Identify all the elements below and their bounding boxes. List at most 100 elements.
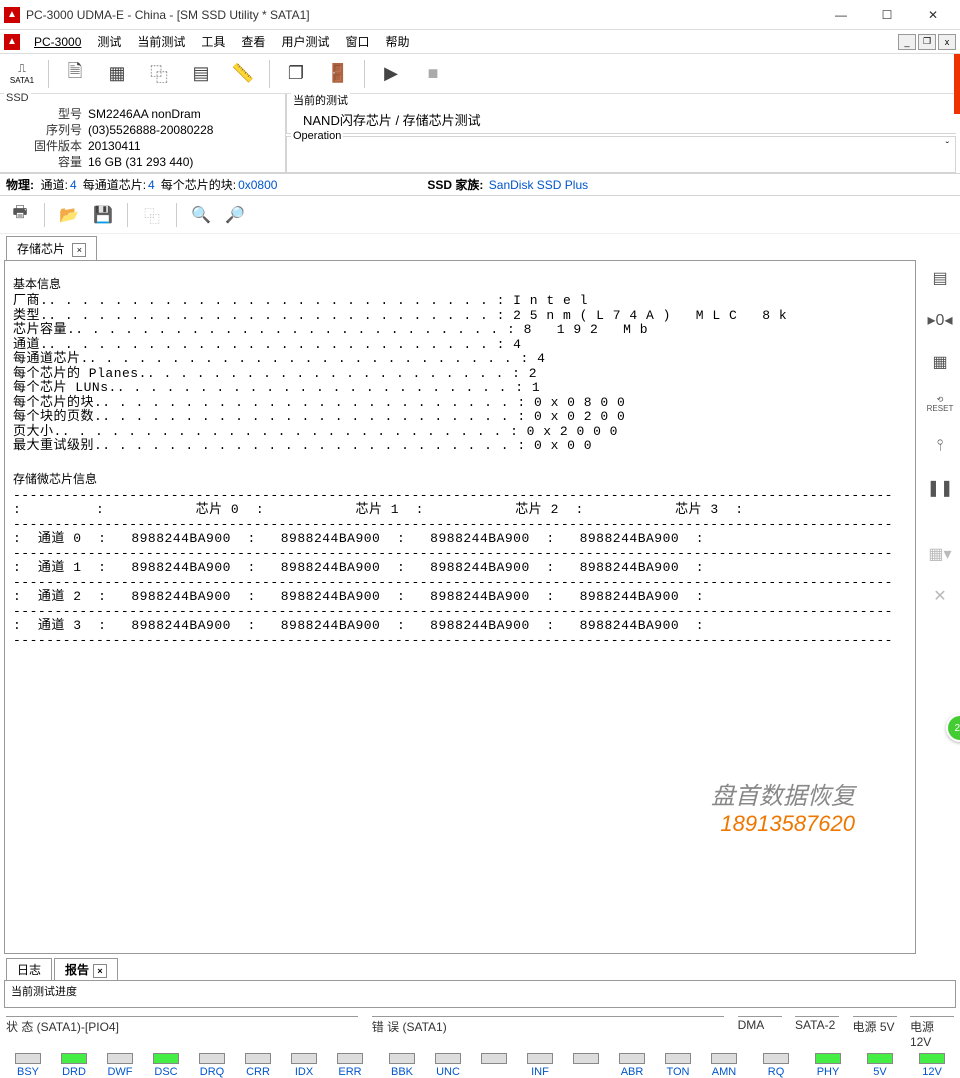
status-led: RQ (754, 1053, 798, 1078)
side-chip2-icon[interactable]: ▦▾ (926, 540, 954, 568)
menu-help[interactable]: 帮助 (377, 31, 417, 52)
app-icon: ▲ (4, 7, 20, 23)
status-led (564, 1053, 608, 1078)
menu-current-test[interactable]: 当前测试 (129, 31, 193, 52)
folder-open-icon[interactable]: 📂 (55, 201, 83, 229)
status-led: 5V (858, 1053, 902, 1078)
status-led: TON (656, 1053, 700, 1078)
side-pause-icon[interactable]: ❚❚ (926, 474, 954, 502)
side-tune-icon[interactable]: ⫯ (926, 432, 954, 460)
status-led: DRQ (190, 1053, 234, 1078)
tb-play-icon[interactable]: ▶ (373, 58, 409, 90)
status-led: PHY (806, 1053, 850, 1078)
menu-window[interactable]: 窗口 (337, 31, 377, 52)
ssd-model: SM2246AA nonDram (88, 106, 201, 122)
copy-icon[interactable]: ⿻ (138, 201, 166, 229)
content-tabs: 存储芯片 × (0, 234, 960, 260)
ssd-capacity: 16 GB (31 293 440) (88, 154, 193, 170)
current-test-name: NAND闪存芯片 / 存储芯片测试 (295, 96, 948, 129)
main-toolbar: ⎍SATA1 🗎 ▦ ⿻ ▤ 📏 ❐ 🚪 ▶ ■ (0, 54, 960, 94)
maximize-button[interactable]: ☐ (864, 0, 910, 30)
tb-stack-icon[interactable]: ❐ (278, 58, 314, 90)
ssd-info-panel: SSD 型号SM2246AA nonDram 序列号(03)5526888-20… (0, 94, 286, 173)
save-icon[interactable]: 💾 (89, 201, 117, 229)
phys-channels: 4 (70, 178, 77, 192)
tab-log[interactable]: 日志 (6, 958, 52, 980)
device-info-row: SSD 型号SM2246AA nonDram 序列号(03)5526888-20… (0, 94, 960, 174)
chip-table: ----------------------------------------… (13, 489, 907, 649)
status-group-heading: 错 误 (SATA1) (372, 1016, 724, 1049)
watermark: 盘首数据恢复 18913587620 (711, 776, 855, 837)
mdi-minimize[interactable]: _ (898, 34, 916, 50)
output-panel[interactable]: 基本信息 厂商.. . . . . . . . . . . . . . . . … (4, 260, 916, 954)
sata-port-button[interactable]: ⎍SATA1 (4, 58, 40, 90)
side-list-icon[interactable]: ▤ (926, 264, 954, 292)
menu-view[interactable]: 查看 (233, 31, 273, 52)
status-group-heading: 电源 5V (853, 1016, 897, 1049)
side-chip-icon[interactable]: ▦ (926, 348, 954, 376)
tb-chip-icon[interactable]: ▦ (99, 58, 135, 90)
status-led: CRR (236, 1053, 280, 1078)
status-group-heading: 状 态 (SATA1)-[PIO4] (6, 1016, 358, 1049)
status-group-heading: SATA-2 (795, 1016, 839, 1049)
chevron-down-icon[interactable]: ˇ (946, 141, 949, 152)
side-reset-button[interactable]: ⟲RESET (926, 390, 954, 418)
status-led: ABR (610, 1053, 654, 1078)
side-tools-icon[interactable]: ✕ (926, 582, 954, 610)
tab-close-icon[interactable]: × (72, 243, 86, 257)
menubar: ▲ PC-3000 测试 当前测试 工具 查看 用户测试 窗口 帮助 _ ❐ x (0, 30, 960, 54)
section-chip-info: 存储微芯片信息 (13, 470, 907, 487)
tab-report[interactable]: 报告× (54, 958, 118, 980)
status-group-heading: 电源 12V (910, 1016, 954, 1049)
ssd-family: SanDisk SSD Plus (489, 178, 588, 192)
app-icon-small: ▲ (4, 34, 20, 50)
ssd-serial: (03)5526888-20080228 (88, 122, 213, 138)
bottom-tabs: 日志 报告× (0, 956, 960, 980)
status-led: DRD (52, 1053, 96, 1078)
tb-ruler-icon[interactable]: 📏 (225, 58, 261, 90)
basic-info-block: 厂商.. . . . . . . . . . . . . . . . . . .… (13, 294, 907, 454)
status-led (472, 1053, 516, 1078)
status-led: DSC (144, 1053, 188, 1078)
tb-stop-icon[interactable]: ■ (415, 58, 451, 90)
menu-test[interactable]: 测试 (89, 31, 129, 52)
status-led: AMN (702, 1053, 746, 1078)
print-icon[interactable]: 🖶 (6, 201, 34, 229)
physical-info-row: 物理: 通道:4 每通道芯片:4 每个芯片的块:0x0800 SSD 家族: S… (0, 174, 960, 196)
status-led: UNC (426, 1053, 470, 1078)
progress-panel: 当前测试进度 (4, 980, 956, 1008)
tb-copy-icon[interactable]: ⿻ (141, 58, 177, 90)
ssd-firmware: 20130411 (88, 138, 141, 154)
operation-panel[interactable]: Operation ˇ (286, 136, 956, 173)
status-led: BBK (380, 1053, 424, 1078)
status-led: INF (518, 1053, 562, 1078)
find-icon[interactable]: 🔍 (187, 201, 215, 229)
red-marker (954, 54, 960, 114)
tb-doc-icon[interactable]: 🗎 (57, 58, 93, 90)
tab-report-close[interactable]: × (93, 964, 107, 978)
status-group-heading: DMA (738, 1016, 782, 1049)
side-io-icon[interactable]: ▸0◂ (926, 306, 954, 334)
tb-exit-icon[interactable]: 🚪 (320, 58, 356, 90)
minimize-button[interactable]: — (818, 0, 864, 30)
status-led: 12V (910, 1053, 954, 1078)
mdi-restore[interactable]: ❐ (918, 34, 936, 50)
mdi-close[interactable]: x (938, 34, 956, 50)
secondary-toolbar: 🖶 📂 💾 ⿻ 🔍 🔎 (0, 196, 960, 234)
menu-user-test[interactable]: 用户测试 (273, 31, 337, 52)
phys-chips-per-ch: 4 (148, 178, 155, 192)
status-led: ERR (328, 1053, 372, 1078)
window-title: PC-3000 UDMA-E - China - [SM SSD Utility… (26, 8, 818, 22)
tb-sheet-icon[interactable]: ▤ (183, 58, 219, 90)
section-basic-info: 基本信息 (13, 275, 907, 292)
status-led: DWF (98, 1053, 142, 1078)
menu-pc3000[interactable]: PC-3000 (26, 33, 89, 51)
find-next-icon[interactable]: 🔎 (221, 201, 249, 229)
menu-tools[interactable]: 工具 (193, 31, 233, 52)
tab-storage-chip[interactable]: 存储芯片 × (6, 236, 97, 260)
status-led-area: 状 态 (SATA1)-[PIO4] 错 误 (SATA1) DMA SATA-2 电源… (0, 1014, 960, 1078)
phys-blocks-per-chip: 0x0800 (238, 178, 277, 192)
status-led: BSY (6, 1053, 50, 1078)
close-button[interactable]: ✕ (910, 0, 956, 30)
status-led: IDX (282, 1053, 326, 1078)
